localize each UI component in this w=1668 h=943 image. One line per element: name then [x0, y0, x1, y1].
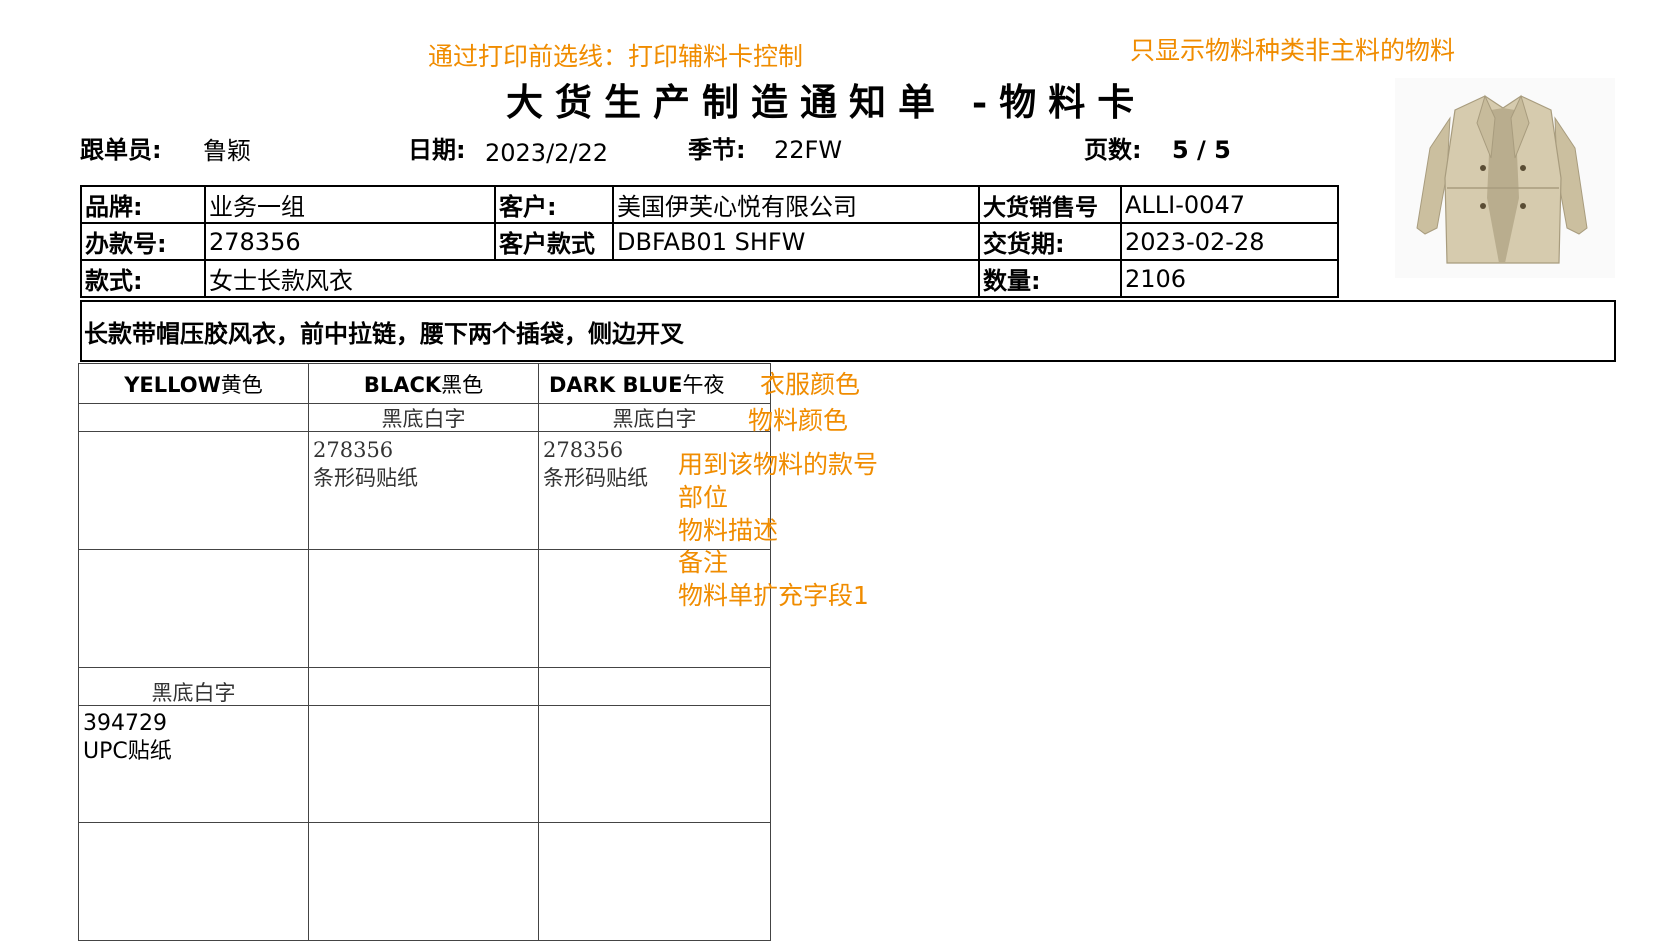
annotation-material-color: 物料颜色	[748, 406, 849, 435]
material-code: 278356	[313, 438, 394, 462]
empty-cell	[78, 549, 309, 668]
material-card-table: YELLOW黄色 BLACK黑色 DARK BLUE午夜 黑底白字 黑底白字 2…	[78, 363, 771, 941]
bulk-sales-value: ALLI-0047	[1120, 185, 1339, 224]
color-cn: 午夜	[682, 372, 725, 397]
delivery-value: 2023-02-28	[1120, 222, 1339, 261]
merchandiser-label: 跟单员:	[80, 136, 162, 164]
page-count-label: 页数:	[1084, 136, 1142, 164]
annotation-style-no: 用到该物料的款号	[678, 450, 879, 479]
customer-value: 美国伊芙心悦有限公司	[612, 185, 980, 224]
color-column-black: BLACK黑色	[308, 363, 539, 404]
material-color	[78, 403, 309, 432]
annotation-print-control: 通过打印前选线：打印辅料卡控制	[428, 42, 804, 71]
color-en: YELLOW	[124, 372, 221, 397]
quantity-label: 数量:	[978, 259, 1122, 298]
date-value: 2023/2/22	[485, 139, 609, 167]
empty-cell	[538, 822, 771, 941]
material-cell	[308, 705, 539, 823]
annotation-material-filter: 只显示物料种类非主料的物料	[1130, 36, 1456, 65]
customer-style-value: DBFAB01 SHFW	[612, 222, 980, 261]
order-info-table: 品牌: 业务一组 客户: 美国伊芙心悦有限公司 大货销售号 ALLI-0047 …	[80, 185, 1339, 298]
sample-no-label: 办款号:	[80, 222, 206, 261]
empty-cell	[78, 822, 309, 941]
color-column-yellow: YELLOW黄色	[78, 363, 309, 404]
merchandiser-value: 鲁颖	[203, 137, 251, 165]
coat-photo	[1395, 78, 1615, 278]
material-color	[538, 667, 771, 706]
color-en: BLACK	[363, 372, 442, 397]
style-value: 女士长款风衣	[204, 259, 980, 298]
empty-cell	[308, 822, 539, 941]
delivery-label: 交货期:	[978, 222, 1122, 261]
date-label: 日期:	[408, 136, 466, 164]
quantity-value: 2106	[1120, 259, 1339, 298]
annotation-remark: 备注	[678, 548, 729, 577]
annotation-ext-field: 物料单扩充字段1	[678, 581, 869, 610]
style-label: 款式:	[80, 259, 206, 298]
customer-label: 客户:	[494, 185, 614, 224]
annotation-material-desc: 物料描述	[678, 516, 779, 545]
season-value: 22FW	[774, 136, 843, 164]
brand-value: 业务一组	[204, 185, 496, 224]
annotation-part: 部位	[678, 483, 729, 512]
material-name: 条形码贴纸	[313, 466, 418, 490]
color-en: DARK BLUE	[549, 372, 683, 397]
color-cn: 黄色	[220, 372, 263, 397]
empty-cell	[308, 549, 539, 668]
material-cell	[78, 431, 309, 550]
page-count-value: 5 / 5	[1172, 136, 1231, 164]
material-color: 黑底白字	[538, 403, 771, 432]
brand-label: 品牌:	[80, 185, 206, 224]
page-title: 大货生产制造通知单 -物料卡	[506, 80, 1147, 124]
annotation-garment-color: 衣服颜色	[760, 370, 861, 399]
material-cell	[538, 705, 771, 823]
material-color: 黑底白字	[78, 667, 309, 706]
material-cell: 394729 UPC贴纸	[78, 705, 309, 823]
material-cell: 278356 条形码贴纸	[308, 431, 539, 550]
material-color: 黑底白字	[308, 403, 539, 432]
material-name: UPC贴纸	[83, 739, 172, 764]
season-label: 季节:	[688, 136, 746, 164]
sample-no-value: 278356	[204, 222, 496, 261]
customer-style-label: 客户款式	[494, 222, 614, 261]
bulk-sales-label: 大货销售号	[978, 185, 1122, 224]
style-description: 长款带帽压胶风衣，前中拉链，腰下两个插袋，侧边开叉	[80, 300, 1616, 362]
color-column-dark-blue: DARK BLUE午夜	[538, 363, 771, 404]
material-code: 394729	[83, 711, 167, 736]
color-cn: 黑色	[441, 372, 484, 397]
material-color	[308, 667, 539, 706]
